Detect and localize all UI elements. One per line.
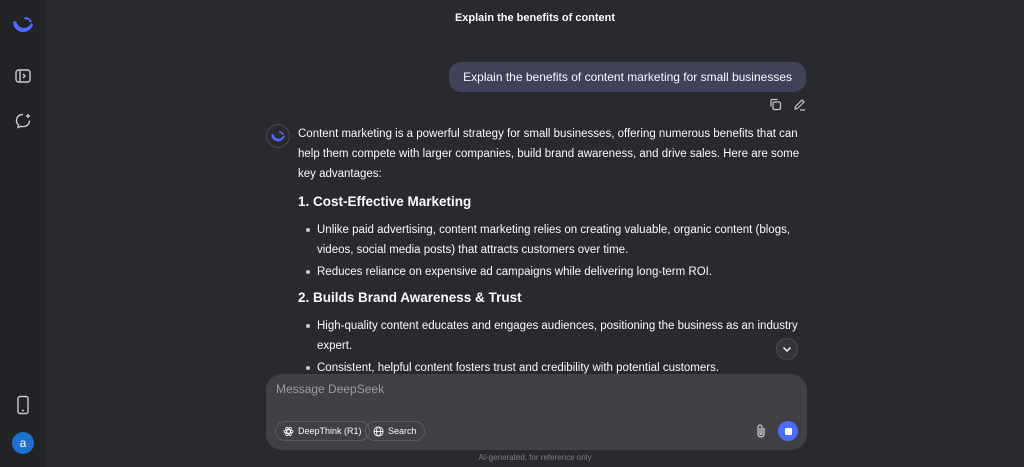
- list-item: Reduces reliance on expensive ad campaig…: [306, 262, 808, 282]
- section-heading: 1. Cost-Effective Marketing: [298, 194, 472, 209]
- user-message-bubble: Explain the benefits of content marketin…: [449, 62, 806, 92]
- assistant-intro: Content marketing is a powerful strategy…: [298, 128, 800, 180]
- chevron-down-icon: [782, 346, 792, 353]
- message-actions: [768, 97, 806, 111]
- new-chat-icon[interactable]: [11, 109, 35, 133]
- message-input[interactable]: [276, 382, 776, 404]
- list-item: High-quality content educates and engage…: [306, 316, 808, 356]
- copy-icon[interactable]: [768, 97, 782, 111]
- assistant-message: Content marketing is a powerful strategy…: [298, 124, 808, 374]
- scroll-to-bottom-button[interactable]: [776, 338, 798, 360]
- page-title: Explain the benefits of content: [454, 12, 616, 24]
- deepthink-label: DeepThink (R1): [298, 426, 362, 436]
- disclaimer-text: AI-generated, for reference only: [478, 453, 592, 462]
- atom-icon: [283, 426, 294, 436]
- stop-generating-button[interactable]: [778, 421, 798, 441]
- search-label: Search: [388, 426, 417, 436]
- list-item: Consistent, helpful content fosters trus…: [306, 358, 808, 374]
- bullet-list: Unlike paid advertising, content marketi…: [298, 220, 808, 282]
- assistant-avatar-icon: [266, 124, 290, 148]
- message-composer: DeepThink (R1) Search: [266, 374, 807, 450]
- deepseek-logo-icon[interactable]: [11, 12, 35, 36]
- globe-icon: [373, 425, 384, 437]
- edit-icon[interactable]: [792, 97, 806, 111]
- stop-icon: [784, 427, 792, 435]
- paperclip-icon[interactable]: [752, 422, 770, 440]
- deepthink-toggle-button[interactable]: DeepThink (R1): [275, 421, 370, 441]
- sidebar: a: [0, 0, 46, 467]
- mobile-app-icon[interactable]: [11, 393, 35, 417]
- avatar[interactable]: a: [12, 432, 34, 454]
- bullet-list: High-quality content educates and engage…: [298, 316, 808, 374]
- search-toggle-button[interactable]: Search: [365, 421, 425, 441]
- open-sidebar-icon[interactable]: [11, 64, 35, 88]
- list-item: Unlike paid advertising, content marketi…: [306, 220, 808, 260]
- section-heading: 2. Builds Brand Awareness & Trust: [298, 290, 522, 305]
